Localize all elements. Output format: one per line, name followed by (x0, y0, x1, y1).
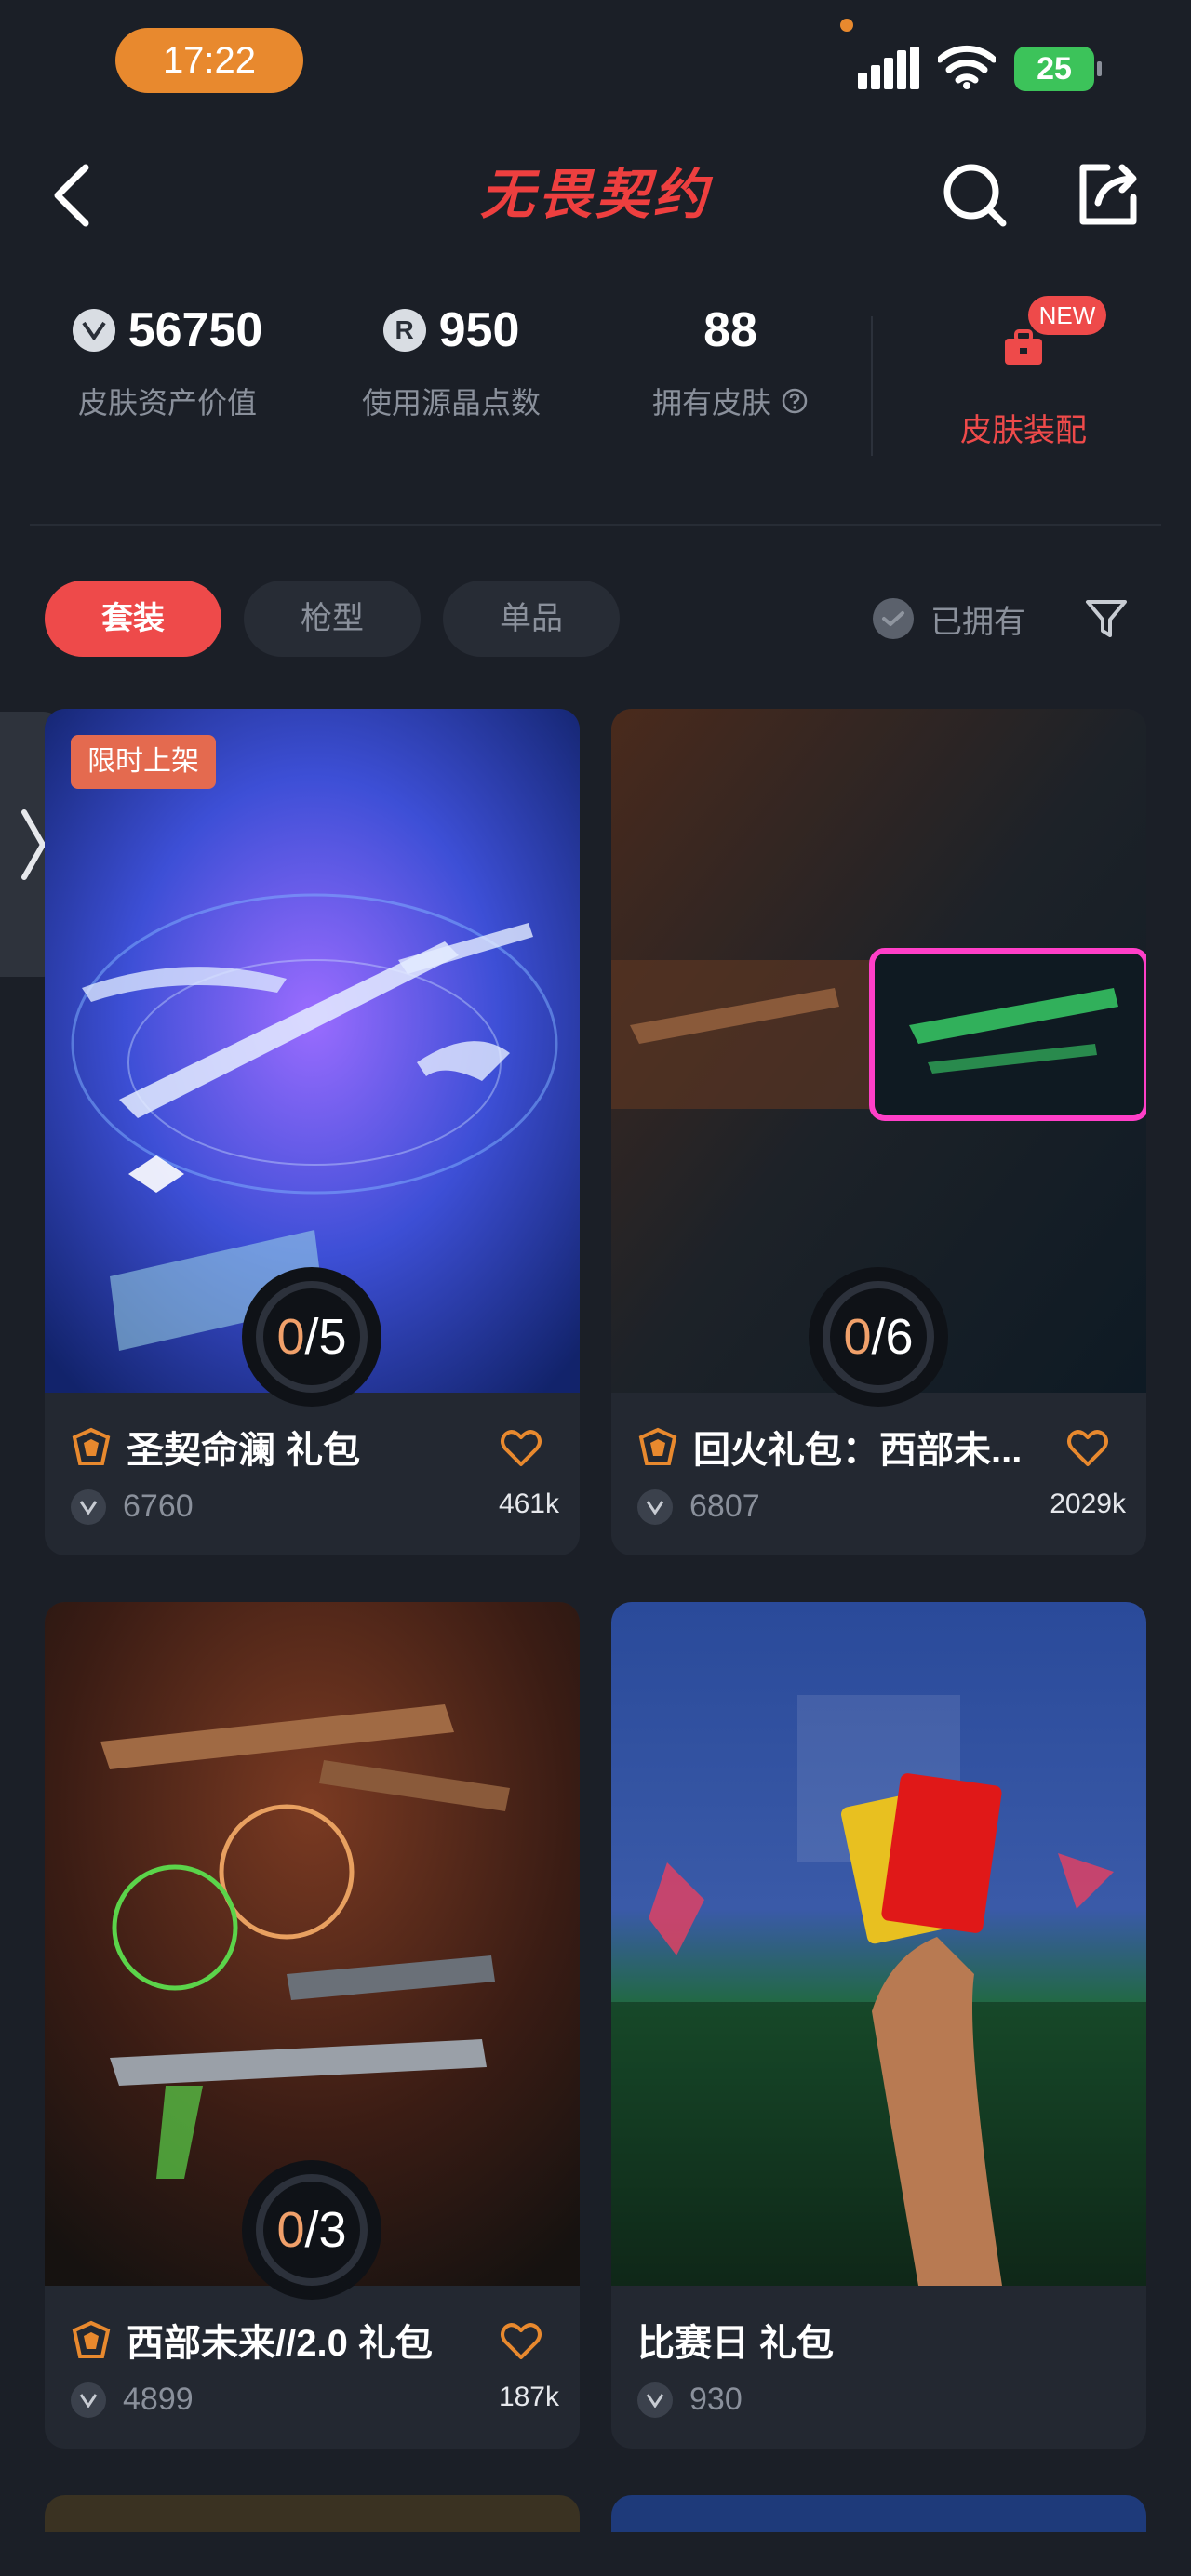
filter-bar: 套装 枪型 单品 已拥有 (0, 577, 1191, 661)
top-nav: 无畏契约 (0, 140, 1191, 251)
bundle-card[interactable]: 0/6 回火礼包：西部未... 6807 2029k (611, 709, 1146, 1555)
bundle-name: 西部未来//2.0 礼包 (127, 2323, 433, 2364)
cellular-signal-icon (858, 47, 919, 89)
skin-loadout-label: 皮肤装配 (960, 413, 1087, 448)
total-count: 6 (885, 1309, 914, 1365)
share-icon[interactable] (1070, 156, 1144, 231)
bundle-image (611, 1602, 1146, 2286)
filter-funnel-icon[interactable] (1083, 595, 1130, 642)
bundle-name: 回火礼包：西部未... (693, 1430, 1023, 1471)
limited-time-badge: 限时上架 (71, 735, 216, 789)
bundle-card[interactable]: 0/3 西部未来//2.0 礼包 4899 187k (45, 1602, 580, 2449)
bundle-card-partial[interactable] (45, 2495, 580, 2532)
asset-value-stat: 56750 皮肤资产价值 (56, 298, 279, 422)
bundle-card[interactable]: 限时上架 0/5 圣契命澜 礼包 6760 461k (45, 709, 580, 1555)
back-arrow-icon[interactable] (47, 158, 102, 233)
search-icon[interactable] (938, 158, 1012, 233)
owned-skins-stat: 88 拥有皮肤 (623, 298, 837, 422)
tab-bundle[interactable]: 套装 (45, 581, 221, 657)
owned-count: 0 (843, 1309, 872, 1365)
bundle-name: 圣契命澜 礼包 (127, 1430, 361, 1471)
section-divider (30, 524, 1161, 526)
vp-coin-icon (71, 1488, 106, 1525)
collection-progress: 0/6 (809, 1267, 948, 1407)
favorite-count: 187k (498, 2382, 559, 2412)
page-title: 无畏契约 (479, 165, 711, 225)
tier-badge-icon (638, 1427, 677, 1465)
vp-coin-icon (72, 309, 115, 352)
total-count: 3 (318, 2202, 347, 2258)
stats-panel: 56750 皮肤资产价值 R 950 使用源晶点数 88 拥有皮肤 NEW 皮肤… (0, 296, 1191, 465)
owned-count: 0 (276, 1309, 305, 1365)
owned-toggle-label: 已拥有 (930, 604, 1025, 640)
total-count: 5 (318, 1309, 347, 1365)
vp-coin-icon (637, 1488, 673, 1525)
status-time: 17:22 (115, 28, 303, 93)
vp-coin-icon (637, 2382, 673, 2418)
battery-level: 25 (1037, 51, 1072, 87)
check-circle-icon (873, 598, 914, 639)
owned-toggle[interactable]: 已拥有 (873, 595, 1025, 642)
collection-progress: 0/3 (242, 2160, 381, 2300)
collection-progress: 0/5 (242, 1267, 381, 1407)
bundle-card-partial[interactable] (611, 2495, 1146, 2532)
tab-weapon-type[interactable]: 枪型 (244, 581, 421, 657)
crystal-points-label: 使用源晶点数 (361, 386, 541, 420)
tier-badge-icon (72, 1427, 111, 1465)
bundle-card[interactable]: 比赛日 礼包 930 (611, 1602, 1146, 2449)
new-badge: NEW (1028, 296, 1106, 335)
bundle-name: 比赛日 礼包 (637, 2323, 835, 2364)
help-icon[interactable] (781, 387, 809, 415)
wifi-icon (938, 45, 996, 89)
status-bar: 17:22 25 (0, 0, 1191, 121)
bundle-price: 4899 (123, 2382, 194, 2417)
crystal-points-stat: R 950 使用源晶点数 (340, 298, 563, 422)
asset-value: 56750 (127, 303, 263, 357)
tab-single-item[interactable]: 单品 (443, 581, 620, 657)
recording-dot-icon (840, 19, 853, 32)
bundle-price: 6760 (123, 1488, 194, 1524)
favorite-count: 2029k (1050, 1488, 1126, 1519)
owned-skins-value: 88 (703, 303, 757, 357)
favorite-heart-icon[interactable] (1064, 1425, 1111, 1472)
favorite-heart-icon[interactable] (498, 1425, 544, 1472)
stats-divider (871, 316, 873, 456)
vp-coin-icon (71, 2382, 106, 2418)
asset-value-label: 皮肤资产价值 (77, 386, 257, 420)
owned-skins-label: 拥有皮肤 (651, 386, 771, 420)
radianite-icon: R (382, 309, 426, 352)
tier-badge-icon (72, 2320, 111, 2358)
crystal-points-value: 950 (438, 303, 520, 357)
favorite-count: 461k (498, 1488, 559, 1519)
favorite-heart-icon[interactable] (498, 2318, 544, 2365)
battery-indicator: 25 (1014, 47, 1102, 91)
owned-count: 0 (276, 2202, 305, 2258)
bundle-price: 930 (689, 2382, 743, 2417)
bundle-price: 6807 (689, 1488, 760, 1524)
skin-loadout-button[interactable]: NEW 皮肤装配 (930, 296, 1117, 450)
